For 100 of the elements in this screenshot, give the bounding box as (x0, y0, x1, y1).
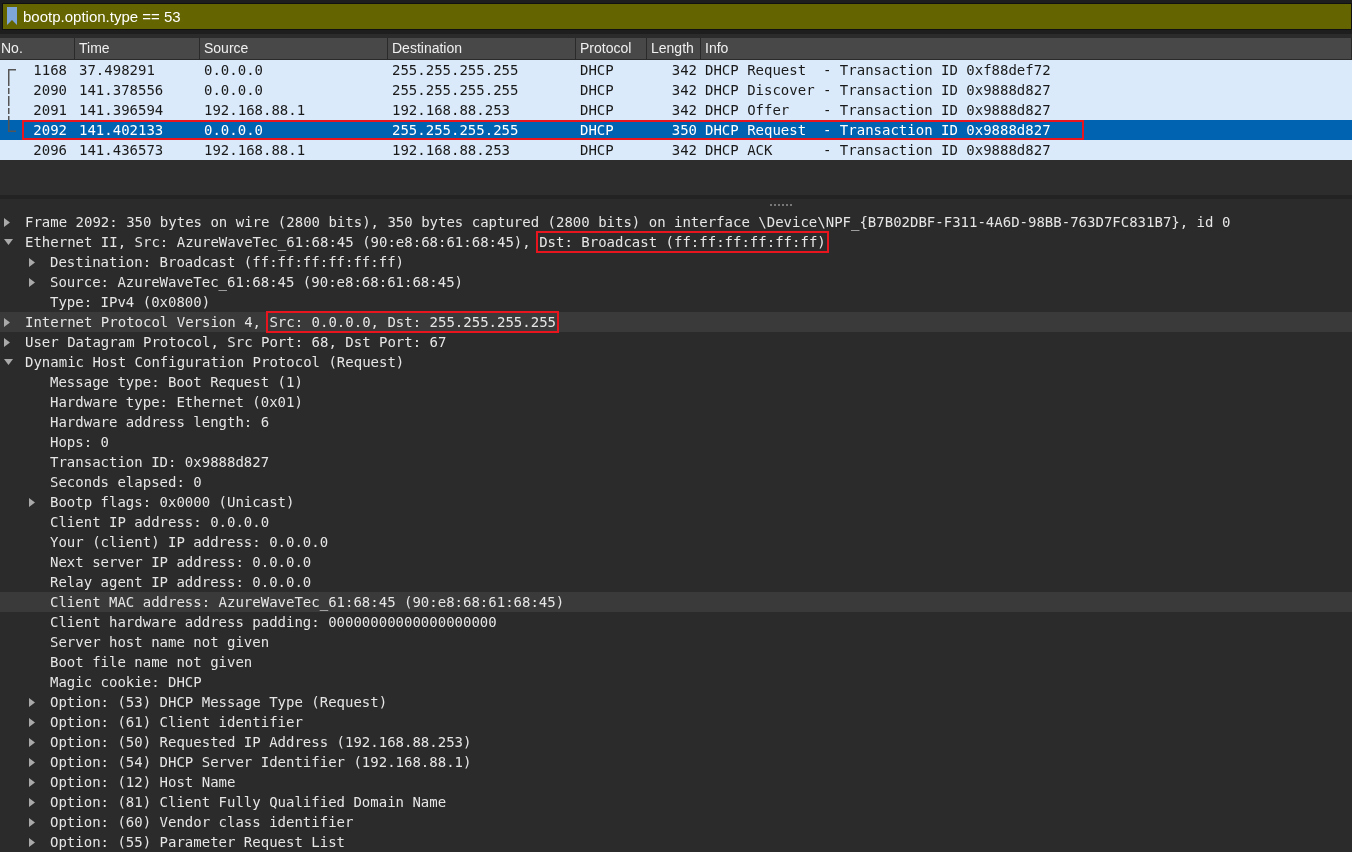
tree-row[interactable]: Ethernet II, Src: AzureWaveTec_61:68:45 (90:e8:68:61:68:45), Dst: Broadcast (ff:ff:ff:ff:ff:ff) (0, 232, 1352, 252)
tree-row[interactable]: Hops: 0 (0, 432, 1352, 452)
tree-row[interactable]: Destination: Broadcast (ff:ff:ff:ff:ff:ff) (0, 252, 1352, 272)
table-cell-text: 37.498291 (78, 62, 156, 79)
tree-item-text: Next server IP address: 0.0.0.0 (50, 554, 312, 570)
tree-item-text: Hardware address length: 6 (50, 414, 270, 430)
table-cell-text: 0.0.0.0 (203, 122, 264, 139)
tree-row[interactable]: Client hardware address padding: 00000000000000000000 (0, 612, 1352, 632)
tree-item-text: Bootp flags: 0x0000 (Unicast) (50, 494, 295, 510)
column-header[interactable]: Info (701, 37, 1352, 60)
tree-row[interactable]: Option: (54) DHCP Server Identifier (192.168.88.1) (0, 752, 1352, 772)
tree-item-text: Client IP address: 0.0.0.0 (50, 514, 270, 530)
tree-row[interactable]: Hardware address length: 6 (0, 412, 1352, 432)
tree-item-text: Server host name not given (50, 634, 270, 650)
tree-row[interactable]: Type: IPv4 (0x0800) (0, 292, 1352, 312)
packet-row[interactable]: 1168 37.498291 0.0.0.0 255.255.255.255 DHCP 342 DHCP Request - Transaction ID 0xf88def72 (0, 60, 1352, 81)
tree-row[interactable]: Client MAC address: AzureWaveTec_61:68:45 (90:e8:68:61:68:45) (0, 592, 1352, 612)
packet-row[interactable]: 2096 141.436573 192.168.88.1 192.168.88.253 DHCP 342 DHCP ACK - Transaction ID 0x9888d827 (0, 140, 1352, 161)
tree-item-text: Relay agent IP address: 0.0.0.0 (50, 574, 312, 590)
tree-item-text: Hops: 0 (50, 434, 109, 450)
tree-item-text: Internet Protocol Version 4, (25, 314, 262, 330)
table-cell-text: DHCP Request - Transaction ID 0xf88def72 (704, 62, 1052, 79)
tree-row[interactable]: Option: (61) Client identifier (0, 712, 1352, 732)
tree-item-text: Option: (50) Requested IP Address (192.168.88.253) (50, 734, 472, 750)
tree-row[interactable]: Option: (60) Vendor class identifier (0, 812, 1352, 832)
table-cell-text: DHCP (579, 122, 615, 139)
table-cell-text: 0.0.0.0 (203, 62, 264, 79)
splitter-grip-icon[interactable] (770, 203, 792, 208)
tree-row[interactable]: Boot file name not given (0, 652, 1352, 672)
tree-row[interactable]: Option: (55) Parameter Request List (0, 832, 1352, 852)
tree-row[interactable]: Message type: Boot Request (1) (0, 372, 1352, 392)
tree-item-text: Option: (54) DHCP Server Identifier (192.168.88.1) (50, 754, 472, 770)
tree-item-text: Option: (61) Client identifier (50, 714, 303, 730)
packet-row[interactable]: 2091 141.396594 192.168.88.1 192.168.88.253 DHCP 342 DHCP Offer - Transaction ID 0x9888d827 (0, 100, 1352, 121)
column-header[interactable]: No. (0, 37, 75, 60)
table-cell-text: 192.168.88.1 (203, 142, 307, 159)
highlighted-text: Src: 0.0.0.0, Dst: 255.255.255.255 (269, 314, 556, 330)
tree-row[interactable]: Option: (12) Host Name (0, 772, 1352, 792)
table-cell-text: DHCP (579, 62, 615, 79)
tree-item-text: Option: (12) Host Name (50, 774, 236, 790)
column-header[interactable]: Source (200, 37, 388, 60)
tree-row[interactable]: Relay agent IP address: 0.0.0.0 (0, 572, 1352, 592)
tree-row[interactable]: Internet Protocol Version 4, Src: 0.0.0.0, Dst: 255.255.255.255 (0, 312, 1352, 332)
tree-row[interactable]: Option: (81) Client Fully Qualified Domain Name (0, 792, 1352, 812)
tree-row[interactable]: Server host name not given (0, 632, 1352, 652)
column-header[interactable]: Length (647, 37, 701, 60)
tree-row[interactable]: Frame 2092: 350 bytes on wire (2800 bits), 350 bytes captured (2800 bits) on interface \Device\NPF_{B7B02DBF-F311-4A6D-98BB-763D7FC831B7}, id 0 (0, 212, 1352, 232)
tree-item-text: Seconds elapsed: 0 (50, 474, 202, 490)
display-filter-field[interactable]: bootp.option.type == 53 (2, 3, 1352, 30)
table-cell-text: 255.255.255.255 (391, 82, 520, 99)
tree-row[interactable]: Your (client) IP address: 0.0.0.0 (0, 532, 1352, 552)
collapse-arrow-icon[interactable] (4, 359, 13, 365)
tree-item-text: Source: AzureWaveTec_61:68:45 (90:e8:68:61:68:45) (50, 274, 463, 290)
table-cell-text: 1168 (32, 62, 68, 79)
tree-row[interactable]: Source: AzureWaveTec_61:68:45 (90:e8:68:61:68:45) (0, 272, 1352, 292)
tree-row[interactable]: Dynamic Host Configuration Protocol (Request) (0, 352, 1352, 372)
table-cell-text: 342 (670, 142, 698, 159)
table-cell-text: 0.0.0.0 (203, 82, 264, 99)
column-header[interactable]: Destination (388, 37, 576, 60)
tree-row[interactable]: Client IP address: 0.0.0.0 (0, 512, 1352, 532)
tree-item-text: Destination: Broadcast (ff:ff:ff:ff:ff:ff) (50, 254, 404, 270)
table-cell-text: 141.396594 (78, 102, 165, 119)
table-cell-text: 2096 (32, 142, 68, 159)
table-cell-text: 342 (670, 62, 698, 79)
tree-row[interactable]: User Datagram Protocol, Src Port: 68, Dst Port: 67 (0, 332, 1352, 352)
column-header[interactable]: Protocol (576, 37, 647, 60)
table-cell-text: DHCP (579, 142, 615, 159)
packet-row[interactable]: 2092 141.402133 0.0.0.0 255.255.255.255 DHCP 350 DHCP Request - Transaction ID 0x9888d827 (0, 120, 1352, 141)
tree-item-text: Ethernet II, Src: AzureWaveTec_61:68:45 (90:e8:68:61:68:45), (25, 234, 532, 250)
tree-item-text: Client MAC address: AzureWaveTec_61:68:45 (90:e8:68:61:68:45) (50, 594, 565, 610)
tree-row[interactable]: Seconds elapsed: 0 (0, 472, 1352, 492)
tree-row[interactable]: Bootp flags: 0x0000 (Unicast) (0, 492, 1352, 512)
tree-item-text: Option: (53) DHCP Message Type (Request) (50, 694, 388, 710)
table-cell-text: 255.255.255.255 (391, 62, 520, 79)
tree-item-text: Frame 2092: 350 bytes on wire (2800 bits), 350 bytes captured (2800 bits) on interface \Device\NPF_{B7B02DBF-F311-4A6D-98BB-763D7FC831B7}, id 0 (25, 214, 1231, 230)
tree-row[interactable]: Hardware type: Ethernet (0x01) (0, 392, 1352, 412)
column-header[interactable]: Time (75, 37, 200, 60)
packet-row[interactable]: 2090 141.378556 0.0.0.0 255.255.255.255 DHCP 342 DHCP Discover - Transaction ID 0x9888d827 (0, 80, 1352, 101)
tree-item-text: Option: (60) Vendor class identifier (50, 814, 354, 830)
tree-row[interactable]: Option: (53) DHCP Message Type (Request) (0, 692, 1352, 712)
table-cell-text: DHCP (579, 82, 615, 99)
table-cell-text: DHCP Offer - Transaction ID 0x9888d827 (704, 102, 1052, 119)
table-cell-text: DHCP (579, 102, 615, 119)
table-cell-text: 342 (670, 82, 698, 99)
collapse-arrow-icon[interactable] (4, 239, 13, 245)
bookmark-icon[interactable] (7, 7, 17, 26)
expand-arrow-icon[interactable] (4, 217, 10, 227)
tree-item-text: Your (client) IP address: 0.0.0.0 (50, 534, 329, 550)
highlighted-text: Dst: Broadcast (ff:ff:ff:ff:ff:ff) (539, 234, 826, 250)
table-cell-text: 255.255.255.255 (391, 122, 520, 139)
table-cell-text: 2091 (32, 102, 68, 119)
tree-row[interactable]: Transaction ID: 0x9888d827 (0, 452, 1352, 472)
expand-arrow-icon[interactable] (29, 497, 35, 507)
filter-text: bootp.option.type == 53 (23, 7, 181, 25)
tree-row[interactable]: Next server IP address: 0.0.0.0 (0, 552, 1352, 572)
tree-item-text: Option: (55) Parameter Request List (50, 834, 345, 850)
tree-row[interactable]: Magic cookie: DHCP (0, 672, 1352, 692)
tree-item-text: Option: (81) Client Fully Qualified Domain Name (50, 794, 447, 810)
tree-row[interactable]: Option: (50) Requested IP Address (192.168.88.253) (0, 732, 1352, 752)
tree-item-text: Message type: Boot Request (1) (50, 374, 303, 390)
